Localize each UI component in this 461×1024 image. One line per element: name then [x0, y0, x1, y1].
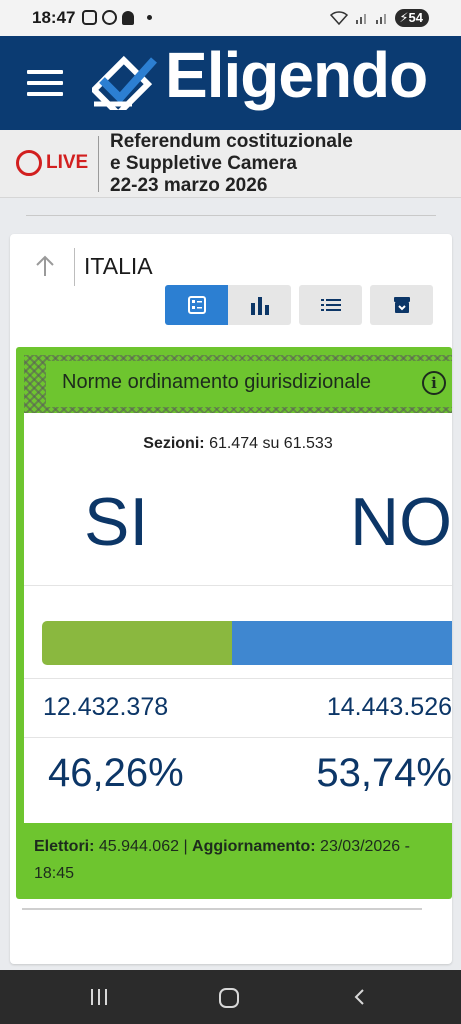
app-header: Eligendo [0, 36, 461, 130]
election-title-line2: e Suppletive Camera [110, 153, 297, 174]
election-title-line1: Referendum costituzionale [110, 131, 353, 152]
list-icon [320, 299, 341, 311]
info-separator: | [183, 838, 188, 855]
si-bar-segment [42, 621, 232, 665]
signal-icon [356, 14, 367, 24]
battery-icon: ⚡54 [395, 9, 429, 27]
view-toolbar [165, 285, 433, 325]
brand-name[interactable]: Eligendo [165, 38, 428, 112]
election-banner: LIVE Referendum costituzionale e Supplet… [0, 130, 461, 198]
sezioni-value: 61.474 su 61.533 [209, 435, 333, 452]
archive-button[interactable] [370, 285, 433, 325]
status-time: 18:47 [32, 8, 76, 27]
no-label: NO [350, 484, 452, 560]
row-divider [24, 678, 452, 679]
bar-chart-icon [250, 297, 269, 315]
archive-icon [393, 297, 410, 313]
question-header: Norme ordinamento giurisdizionale i [24, 355, 452, 413]
card-view-icon [187, 296, 206, 314]
live-label: LIVE [46, 152, 89, 173]
no-percentage: 53,74% [316, 751, 452, 795]
up-arrow-icon[interactable] [34, 254, 56, 278]
home-icon[interactable] [219, 988, 239, 1008]
sezioni-count: Sezioni: 61.474 su 61.533 [24, 435, 452, 453]
banner-divider [98, 136, 99, 192]
no-bar-segment [231, 621, 452, 665]
question-title: Norme ordinamento giurisdizionale [62, 371, 372, 393]
wifi-icon [330, 11, 349, 26]
recent-apps-icon[interactable] [91, 989, 107, 1005]
screenshot-icon [82, 10, 97, 25]
info-icon[interactable]: i [422, 371, 446, 395]
list-view-button[interactable] [299, 285, 362, 325]
election-dates: 22-23 marzo 2026 [110, 175, 268, 196]
elettori-value: 45.944.062 [98, 838, 179, 855]
breadcrumb-location: ITALIA [84, 253, 153, 279]
divider [22, 908, 422, 910]
si-percentage: 46,26% [48, 751, 184, 795]
breadcrumb-divider [74, 248, 75, 286]
row-divider [24, 737, 452, 738]
signal-icon-2 [376, 14, 387, 24]
chart-view-button[interactable] [228, 285, 291, 325]
si-votes: 12.432.378 [43, 693, 169, 721]
system-icons: ⚡54 [329, 9, 429, 27]
eligendo-logo-icon [92, 55, 157, 110]
referendum-result-panel: Norme ordinamento giurisdizionale i Sezi… [16, 347, 452, 899]
election-title: Referendum costituzionale e Suppletive C… [110, 131, 353, 197]
system-nav-bar [0, 970, 461, 1024]
si-label: SI [84, 484, 149, 560]
divider [26, 215, 436, 216]
result-bar [42, 621, 452, 665]
live-icon [16, 150, 42, 176]
aggiornamento-label: Aggiornamento: [192, 838, 316, 855]
facebook-icon [102, 10, 117, 25]
hamburger-icon[interactable] [27, 70, 63, 96]
results-card: ITALIA Norme ordinamento giurisdizionale… [10, 234, 452, 964]
elettori-label: Elettori: [34, 838, 95, 855]
no-votes: 14.443.526 [326, 693, 452, 721]
notification-icons [82, 10, 152, 25]
back-icon[interactable] [352, 989, 368, 1005]
result-body: Sezioni: 61.474 su 61.533 SI NO 12.432.3… [24, 413, 452, 823]
turnout-info: Elettori: 45.944.062 | Aggiornamento: 23… [34, 833, 444, 887]
battery-level: 54 [408, 10, 423, 25]
card-view-button[interactable] [165, 285, 228, 325]
live-badge[interactable]: LIVE [16, 150, 88, 176]
sezioni-label: Sezioni: [143, 435, 205, 452]
view-toggle-group [165, 285, 291, 325]
bell-icon [122, 10, 134, 25]
row-divider [24, 585, 452, 586]
dot-icon [147, 15, 152, 20]
status-bar: 18:47 ⚡54 [0, 0, 461, 36]
